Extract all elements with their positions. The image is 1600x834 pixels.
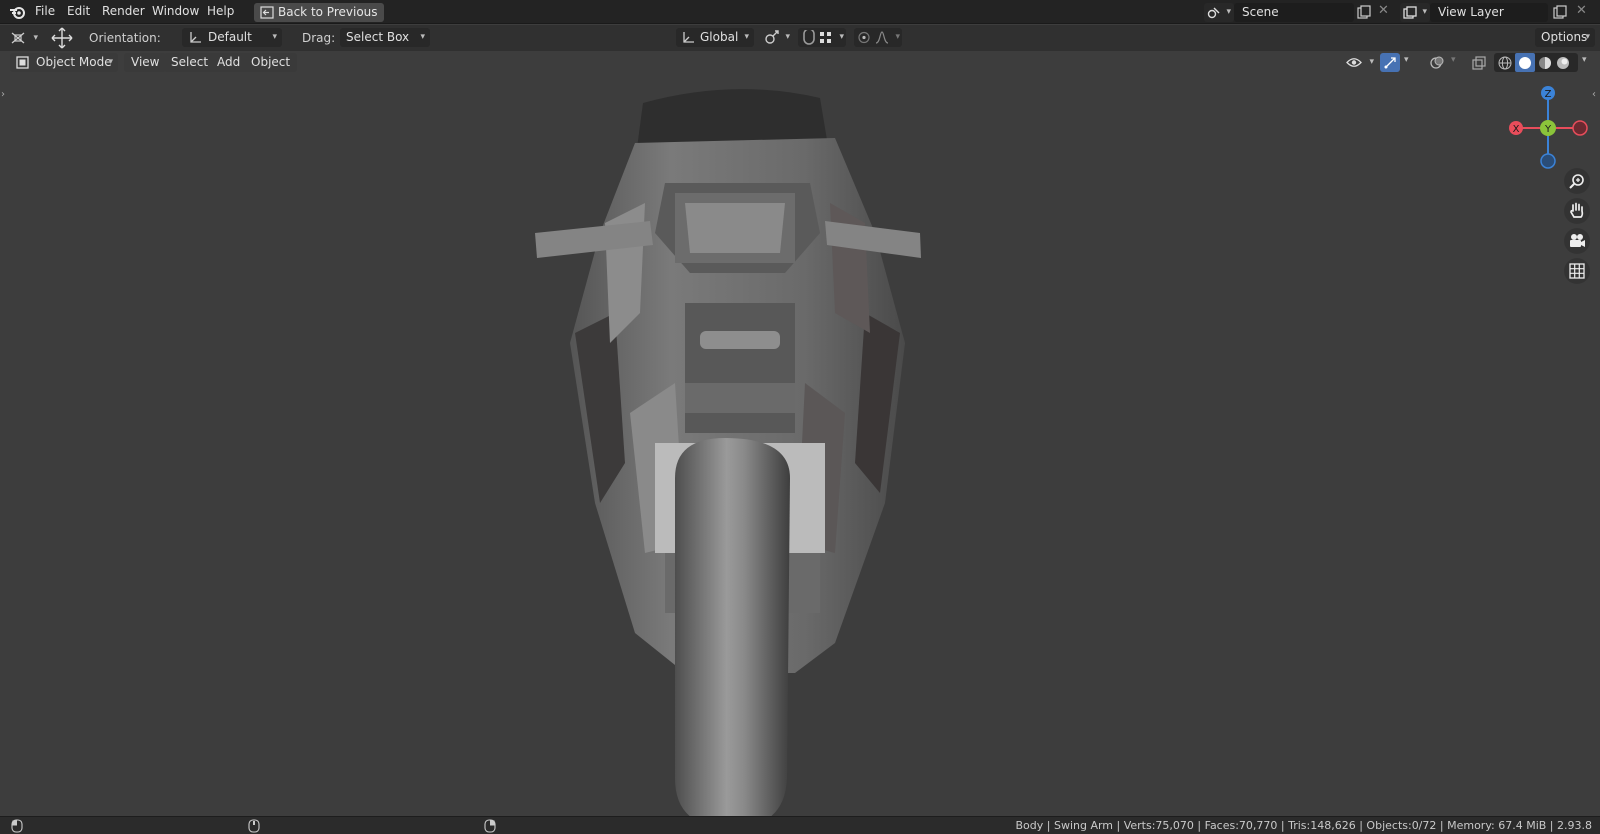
hand-pan-icon — [1570, 202, 1584, 218]
global-axes-icon — [683, 32, 694, 43]
eye-icon — [1346, 58, 1362, 67]
object-mode-label: Object Mode — [36, 55, 112, 69]
options-label: Options — [1541, 30, 1588, 44]
visibility-selectability-button[interactable]: ▾ — [1344, 53, 1376, 72]
rendered-shading-icon[interactable] — [1556, 56, 1570, 70]
proportional-editing-group[interactable]: ▾ — [854, 28, 902, 47]
options-dropdown[interactable]: Options ▾ — [1535, 28, 1595, 47]
orientation-axes-icon — [190, 32, 201, 43]
viewport-menu-select[interactable]: Select — [164, 53, 216, 72]
zoom-icon — [1569, 174, 1584, 189]
mouse-left-icon — [11, 819, 23, 833]
scene-statistics: Body | Swing Arm | Verts:75,070 | Faces:… — [1015, 819, 1593, 832]
solid-shading-icon — [1519, 57, 1531, 69]
view-layer-name-field[interactable]: View Layer — [1430, 3, 1548, 22]
back-to-previous-button[interactable]: Back to Previous — [254, 3, 384, 22]
mouse-right-icon — [484, 819, 496, 833]
snap-increment-icon[interactable] — [819, 31, 833, 44]
view-layer-icon — [1403, 6, 1417, 19]
back-arrow-icon — [260, 6, 274, 19]
delete-scene-icon[interactable]: ✕ — [1378, 3, 1389, 18]
shading-mode-group[interactable] — [1494, 53, 1578, 72]
mouse-middle-icon — [248, 819, 260, 833]
view-layer-browse-button[interactable]: ▾ — [1400, 3, 1430, 22]
transform-orientation-value: Global — [700, 30, 739, 44]
grid-icon — [1569, 263, 1585, 279]
proportional-edit-icon[interactable] — [857, 31, 871, 44]
menu-window[interactable]: Window — [152, 4, 199, 18]
object-mode-icon — [16, 56, 29, 69]
pan-button[interactable] — [1564, 198, 1590, 224]
top-bar: File Edit Render Window Help Back to Pre… — [0, 0, 1600, 24]
pivot-link-icon — [765, 30, 779, 44]
scene-icon — [1207, 7, 1220, 19]
3d-viewport[interactable]: Object Mode ▾ View Select Add Object ▾ ▾… — [0, 51, 1600, 816]
gizmo-toggle-button[interactable] — [1380, 53, 1400, 72]
camera-view-button[interactable] — [1564, 228, 1590, 254]
select-tool-icon — [11, 32, 25, 44]
delete-view-layer-icon[interactable]: ✕ — [1576, 3, 1587, 18]
motorcycle-model-render[interactable] — [535, 83, 945, 816]
new-view-layer-icon[interactable] — [1553, 5, 1567, 19]
blender-logo-icon[interactable] — [9, 4, 27, 20]
menu-render[interactable]: Render — [102, 4, 145, 18]
shading-dropdown-icon[interactable]: ▾ — [1582, 55, 1587, 65]
camera-icon — [1570, 234, 1585, 247]
overlays-dropdown-icon[interactable]: ▾ — [1451, 55, 1456, 65]
move-tool-icon[interactable] — [50, 27, 74, 49]
gizmo-icon — [1384, 57, 1396, 69]
overlays-toggle-button[interactable] — [1428, 53, 1448, 72]
falloff-curve-icon[interactable] — [875, 31, 889, 44]
menu-edit[interactable]: Edit — [67, 4, 90, 18]
back-to-previous-label: Back to Previous — [278, 5, 378, 19]
snap-magnet-icon[interactable] — [801, 30, 817, 45]
ortho-toggle-button[interactable] — [1564, 258, 1590, 284]
zoom-button[interactable] — [1564, 168, 1590, 194]
tool-settings-header: ▾ Orientation: Default ▾ Drag: Select Bo… — [0, 25, 1600, 51]
viewport-menu-view[interactable]: View — [124, 53, 167, 72]
drag-value: Select Box — [346, 30, 410, 44]
scene-name-field[interactable]: Scene — [1234, 3, 1354, 22]
solid-shading-button[interactable] — [1515, 53, 1535, 72]
new-scene-icon[interactable] — [1357, 5, 1371, 19]
pivot-point-button[interactable]: ▾ — [762, 28, 792, 47]
wireframe-shading-icon[interactable] — [1498, 56, 1512, 70]
scene-browse-button[interactable]: ▾ — [1204, 3, 1234, 22]
transform-orientation-dropdown[interactable]: Global ▾ — [676, 28, 754, 47]
toolbar-toggle-icon[interactable]: › — [1, 89, 5, 100]
snap-toggle-group[interactable]: ▾ — [798, 28, 846, 47]
overlays-icon — [1430, 56, 1444, 69]
object-mode-dropdown[interactable]: Object Mode ▾ — [10, 53, 118, 72]
orientation-dropdown[interactable]: Default ▾ — [182, 28, 282, 47]
gizmo-dropdown-icon[interactable]: ▾ — [1404, 55, 1409, 65]
viewport-menu-object[interactable]: Object — [244, 53, 298, 72]
menu-help[interactable]: Help — [207, 4, 234, 18]
drag-dropdown[interactable]: Select Box ▾ — [340, 28, 430, 47]
viewport-menu-add[interactable]: Add — [210, 53, 248, 72]
gizmo-x-label: X — [1513, 124, 1520, 135]
tool-icon-button[interactable]: ▾ — [8, 28, 40, 48]
menu-file[interactable]: File — [35, 4, 55, 18]
status-bar: Body | Swing Arm | Verts:75,070 | Faces:… — [0, 816, 1600, 834]
sidebar-toggle-icon[interactable]: ‹ — [1592, 89, 1596, 100]
drag-label: Drag: — [302, 31, 336, 45]
orientation-label: Orientation: — [89, 31, 161, 45]
navigation-gizmo[interactable]: Z X Y — [1500, 81, 1588, 171]
xray-toggle-icon[interactable] — [1472, 56, 1486, 70]
orientation-value: Default — [208, 30, 252, 44]
gizmo-y-label: Y — [1544, 124, 1552, 135]
material-preview-icon[interactable] — [1538, 56, 1552, 70]
gizmo-z-label: Z — [1545, 89, 1552, 100]
